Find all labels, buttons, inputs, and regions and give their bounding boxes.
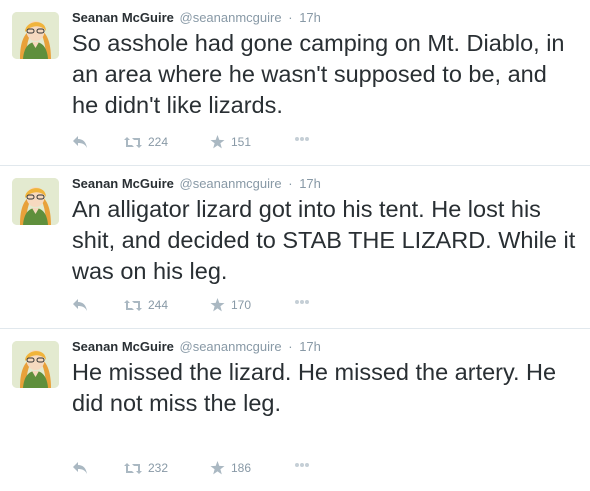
tweet-header: Seanan McGuire @seananmcguire · 17h xyxy=(72,339,321,354)
retweet-button[interactable]: 232 xyxy=(124,461,168,475)
retweet-count: 232 xyxy=(148,461,169,475)
retweet-icon xyxy=(124,299,142,312)
retweet-count: 224 xyxy=(148,135,169,149)
retweet-button[interactable]: 224 xyxy=(124,135,168,149)
tweet-feed: Seanan McGuire @seananmcguire · 17h So a… xyxy=(0,0,590,491)
reply-icon xyxy=(72,298,88,312)
retweet-icon xyxy=(124,136,142,149)
retweet-count: 244 xyxy=(148,298,169,312)
tweet[interactable]: Seanan McGuire @seananmcguire · 17h So a… xyxy=(0,0,590,166)
tweet-header: Seanan McGuire @seananmcguire · 17h xyxy=(72,176,321,191)
avatar[interactable] xyxy=(12,12,59,59)
more-dots-icon xyxy=(294,136,310,142)
tweet-text: An alligator lizard got into his tent. H… xyxy=(72,196,576,284)
favorite-button[interactable]: 186 xyxy=(210,461,251,475)
more-button[interactable] xyxy=(294,299,310,305)
retweet-icon xyxy=(124,462,142,475)
retweet-button[interactable]: 244 xyxy=(124,298,168,312)
author-handle[interactable]: @seananmcguire xyxy=(180,176,282,191)
more-button[interactable] xyxy=(294,462,310,468)
author-name[interactable]: Seanan McGuire xyxy=(72,10,174,25)
author-handle[interactable]: @seananmcguire xyxy=(180,10,282,25)
reply-button[interactable] xyxy=(72,135,88,149)
reply-icon xyxy=(72,461,88,475)
star-icon xyxy=(210,135,225,149)
more-dots-icon xyxy=(294,299,310,305)
avatar[interactable] xyxy=(12,178,59,225)
favorite-count: 186 xyxy=(231,461,252,475)
favorite-count: 170 xyxy=(231,298,252,312)
timestamp[interactable]: 17h xyxy=(299,10,321,25)
separator-dot: · xyxy=(288,339,293,354)
author-name[interactable]: Seanan McGuire xyxy=(72,176,174,191)
timestamp[interactable]: 17h xyxy=(299,176,321,191)
reply-icon xyxy=(72,135,88,149)
tweet[interactable]: Seanan McGuire @seananmcguire · 17h An a… xyxy=(0,166,590,329)
separator-dot: · xyxy=(288,176,293,191)
tweet-text: So asshole had gone camping on Mt. Diabl… xyxy=(72,30,565,118)
tweet-header: Seanan McGuire @seananmcguire · 17h xyxy=(72,10,321,25)
more-button[interactable] xyxy=(294,136,310,142)
timestamp[interactable]: 17h xyxy=(299,339,321,354)
author-name[interactable]: Seanan McGuire xyxy=(72,339,174,354)
star-icon xyxy=(210,461,225,475)
reply-button[interactable] xyxy=(72,461,88,475)
avatar[interactable] xyxy=(12,341,59,388)
separator-dot: · xyxy=(288,10,293,25)
more-dots-icon xyxy=(294,462,310,468)
reply-button[interactable] xyxy=(72,298,88,312)
tweet[interactable]: Seanan McGuire @seananmcguire · 17h He m… xyxy=(0,329,590,491)
favorite-button[interactable]: 151 xyxy=(210,135,251,149)
author-handle[interactable]: @seananmcguire xyxy=(180,339,282,354)
favorite-button[interactable]: 170 xyxy=(210,298,251,312)
star-icon xyxy=(210,298,225,312)
tweet-text: He missed the lizard. He missed the arte… xyxy=(72,359,557,416)
favorite-count: 151 xyxy=(231,135,252,149)
